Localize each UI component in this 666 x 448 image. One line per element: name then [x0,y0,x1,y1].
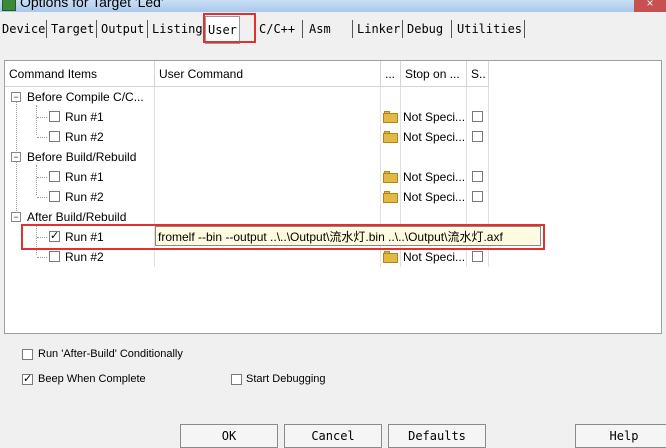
col-header-stop-on[interactable]: Stop on ... [401,61,467,87]
run-label: Run #1 [65,230,104,244]
run-label: Run #2 [65,130,104,144]
s-checkbox[interactable] [472,131,483,142]
stop-on-value[interactable]: Not Speci... [403,170,465,184]
beep-label: Beep When Complete [38,373,146,385]
run-after-build-label: Run 'After-Build' Conditionally [38,348,183,360]
collapse-icon[interactable]: − [11,152,21,162]
col-header-browse[interactable]: ... [381,61,401,87]
stop-on-value[interactable]: Not Speci... [403,130,465,144]
tab-device[interactable]: Device [2,20,45,38]
run-checkbox[interactable] [49,171,60,182]
run-label: Run #1 [65,110,104,124]
group-before-build[interactable]: − Before Build/Rebuild [5,147,661,167]
folder-icon[interactable] [383,131,399,143]
folder-icon[interactable] [383,251,399,263]
run-checkbox[interactable] [49,191,60,202]
group-label: Before Build/Rebuild [27,150,137,164]
col-header-s[interactable]: S.. [467,61,489,87]
help-button[interactable]: Help [575,424,666,448]
row-before-compile-run2[interactable]: Run #2 Not Speci... [5,127,661,147]
tab-strip: Device Target Output Listing User C/C++ … [0,14,666,44]
s-checkbox[interactable] [472,191,483,202]
row-after-build-run2[interactable]: Run #2 Not Speci... [5,247,661,267]
run-checkbox[interactable] [49,251,60,262]
close-button[interactable]: × [634,0,666,12]
tab-c-cpp[interactable]: C/C++ [259,20,295,38]
tab-asm[interactable]: Asm [309,20,331,38]
run-checkbox[interactable]: ✓ [49,231,60,242]
s-checkbox[interactable] [472,251,483,262]
cancel-button[interactable]: Cancel [284,424,382,448]
stop-on-value[interactable]: Not Speci... [403,250,465,264]
tab-debug[interactable]: Debug [407,20,443,38]
col-header-user-command[interactable]: User Command [155,61,381,87]
tab-target[interactable]: Target [51,20,94,38]
row-before-build-run1[interactable]: Run #1 Not Speci... [5,167,661,187]
row-after-build-run1[interactable]: ✓ Run #1 [5,226,661,247]
title-bar: Options for Target 'Led' × [0,0,666,12]
run-label: Run #2 [65,250,104,264]
user-command-input[interactable] [155,226,541,246]
row-before-compile-run1[interactable]: Run #1 Not Speci... [5,107,661,127]
stop-on-value[interactable]: Not Speci... [403,110,465,124]
run-checkbox[interactable] [49,111,60,122]
stop-on-value[interactable]: Not Speci... [403,190,465,204]
run-label: Run #1 [65,170,104,184]
folder-icon[interactable] [383,191,399,203]
run-after-build-checkbox[interactable] [22,349,33,360]
tab-user[interactable]: User [205,16,240,44]
window-title: Options for Target 'Led' [20,0,164,10]
run-checkbox[interactable] [49,131,60,142]
ok-button[interactable]: OK [180,424,278,448]
row-before-build-run2[interactable]: Run #2 Not Speci... [5,187,661,207]
tab-utilities[interactable]: Utilities [457,20,522,38]
tab-linker[interactable]: Linker [357,20,400,38]
s-checkbox[interactable] [472,111,483,122]
folder-icon[interactable] [383,171,399,183]
start-debugging-checkbox[interactable] [231,374,242,385]
tab-output[interactable]: Output [101,20,144,38]
beep-checkbox[interactable]: ✓ [22,374,33,385]
collapse-icon[interactable]: − [11,92,21,102]
run-label: Run #2 [65,190,104,204]
defaults-button[interactable]: Defaults [388,424,486,448]
group-label: Before Compile C/C... [27,90,144,104]
tab-listing[interactable]: Listing [152,20,203,38]
user-commands-table: Command Items User Command ... Stop on .… [4,60,662,334]
s-checkbox[interactable] [472,171,483,182]
group-label: After Build/Rebuild [27,210,127,224]
collapse-icon[interactable]: − [11,212,21,222]
group-after-build[interactable]: − After Build/Rebuild [5,207,661,227]
folder-icon[interactable] [383,111,399,123]
col-header-command-items[interactable]: Command Items [5,61,155,87]
group-before-compile[interactable]: − Before Compile C/C... [5,87,661,107]
app-icon [2,0,16,11]
start-debugging-label: Start Debugging [246,373,326,385]
